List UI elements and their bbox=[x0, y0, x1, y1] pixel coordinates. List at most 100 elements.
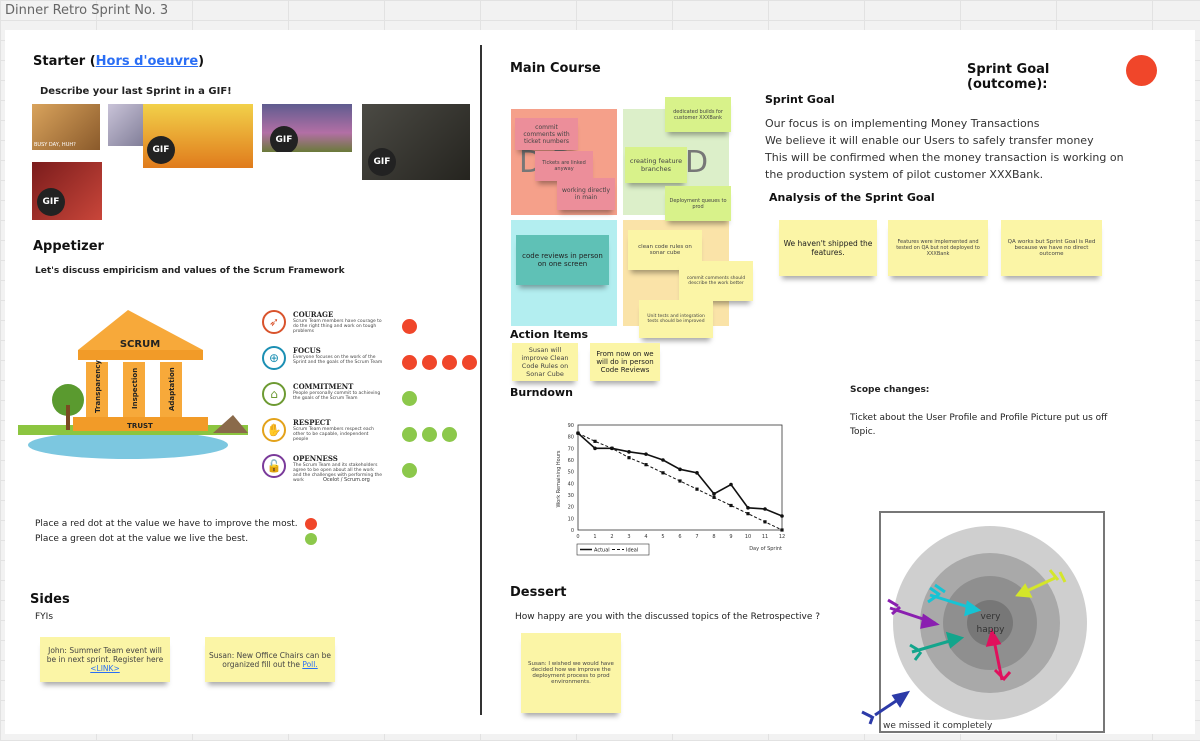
x-tick-label: 11 bbox=[762, 534, 768, 540]
hors-doeuvre-link[interactable]: Hors d'oeuvre bbox=[96, 54, 198, 69]
sticky-note[interactable]: Susan: I wished we would have decided ho… bbox=[521, 633, 621, 713]
ideal-point bbox=[712, 495, 716, 499]
handshake-icon: ✋ bbox=[262, 418, 286, 442]
x-tick-label: 5 bbox=[661, 534, 664, 540]
ideal-point bbox=[593, 439, 597, 443]
ideal-point bbox=[763, 520, 767, 524]
ideal-point bbox=[678, 479, 682, 483]
sticky-note[interactable]: dedicated builds for customer XXXBank bbox=[665, 97, 731, 132]
burndown-heading: Burndown bbox=[510, 386, 573, 399]
arrow-icon bbox=[861, 690, 911, 725]
appetizer-heading: Appetizer bbox=[33, 239, 104, 254]
legend-ideal-label: Ideal bbox=[626, 548, 638, 554]
value-name: RESPECT bbox=[293, 418, 331, 427]
actual-point bbox=[644, 452, 648, 456]
actual-point bbox=[712, 492, 716, 496]
value-description: Scrum Team members have courage to do th… bbox=[293, 319, 382, 334]
analysis-heading: Analysis of the Sprint Goal bbox=[769, 191, 935, 204]
y-tick-label: 60 bbox=[568, 458, 574, 464]
green-vote-dot[interactable] bbox=[402, 463, 417, 478]
x-tick-label: 2 bbox=[610, 534, 613, 540]
gif-thumbnail[interactable]: BUSY DAY, HUH? bbox=[32, 104, 100, 150]
burndown-chart: 01020304050607080900 1 2 3 4 5 6 7 8 9 10 11 12Work … bbox=[556, 423, 785, 556]
value-description: Everyone focuses on the work of the Spri… bbox=[293, 355, 383, 365]
action-item-note[interactable]: From now on we will do in person Code Re… bbox=[590, 343, 660, 381]
sticky-note[interactable]: commit comments should describe the work… bbox=[679, 261, 753, 301]
actual-point bbox=[695, 471, 699, 475]
green-dot-legend[interactable] bbox=[305, 533, 317, 545]
gif-thumbnail[interactable]: GIF bbox=[262, 104, 352, 152]
green-vote-dot[interactable] bbox=[422, 427, 437, 442]
green-vote-dot[interactable] bbox=[402, 391, 417, 406]
value-name: COMMITMENT bbox=[293, 382, 354, 391]
action-item-note[interactable]: Susan will improve Clean Code Rules on S… bbox=[512, 343, 578, 381]
x-tick-label: 8 bbox=[712, 534, 715, 540]
actual-point bbox=[593, 446, 597, 451]
starter-heading: Starter (Hors d'oeuvre) bbox=[33, 54, 205, 69]
red-vote-dot[interactable] bbox=[402, 319, 417, 334]
red-vote-dot[interactable] bbox=[402, 355, 417, 370]
section-divider bbox=[480, 45, 482, 715]
temple-base: TRUST bbox=[127, 422, 153, 430]
bank-icon: ⌂ bbox=[262, 382, 286, 406]
x-tick-label: 1 bbox=[593, 534, 596, 540]
x-tick-label: 3 bbox=[627, 534, 630, 540]
pillar-label: Transparency bbox=[94, 360, 102, 413]
gif-thumbnail[interactable]: GIF bbox=[362, 104, 470, 180]
actual-point bbox=[627, 450, 631, 454]
value-name: FOCUS bbox=[293, 346, 321, 355]
x-tick-label: 0 bbox=[576, 534, 579, 540]
ideal-point bbox=[746, 512, 750, 516]
actual-point bbox=[746, 506, 750, 510]
appetizer-prompt: Let's discuss empiricism and values of t… bbox=[35, 266, 345, 276]
sticky-note[interactable]: Features were implemented and tested on … bbox=[888, 220, 988, 276]
red-vote-dot[interactable] bbox=[442, 355, 457, 370]
y-tick-label: 40 bbox=[568, 481, 574, 487]
sticky-note[interactable]: working directly in main bbox=[557, 178, 615, 210]
y-tick-label: 90 bbox=[568, 423, 574, 429]
sprint-goal-text: Our focus is on implementing Money Trans… bbox=[765, 117, 1124, 181]
sticky-note[interactable]: QA works but Sprint Goal is Red because … bbox=[1001, 220, 1102, 276]
sticky-note[interactable]: Unit tests and integration tests should … bbox=[639, 300, 713, 338]
sticky-note[interactable]: John: Summer Team event will be in next … bbox=[40, 637, 170, 682]
green-vote-dot[interactable] bbox=[442, 427, 457, 442]
red-dot-legend[interactable] bbox=[305, 518, 317, 530]
ideal-point bbox=[610, 446, 614, 450]
sticky-note[interactable]: code reviews in person on one screen bbox=[516, 235, 609, 285]
temple-title: SCRUM bbox=[120, 339, 160, 350]
sprint-goal-outcome-label: Sprint Goal (outcome): bbox=[967, 62, 1050, 92]
series-line-actual bbox=[577, 432, 783, 517]
y-tick-label: 20 bbox=[568, 505, 574, 511]
ideal-point bbox=[695, 487, 699, 491]
sprint-goal-heading: Sprint Goal bbox=[765, 93, 835, 106]
sticky-note[interactable]: creating feature branches bbox=[625, 147, 687, 183]
y-tick-label: 80 bbox=[568, 435, 574, 441]
sticky-note[interactable]: Deployment queues to prod bbox=[665, 186, 731, 221]
x-tick-label: 7 bbox=[695, 534, 698, 540]
board-title: Dinner Retro Sprint No. 3 bbox=[5, 3, 169, 18]
target-icon: ⊕ bbox=[262, 346, 286, 370]
sticky-note[interactable]: We haven't shipped the features. bbox=[779, 220, 877, 276]
unlock-icon: 🔓 bbox=[262, 454, 286, 478]
plot-area bbox=[577, 424, 783, 531]
ideal-point bbox=[780, 528, 784, 532]
green-vote-dot[interactable] bbox=[402, 427, 417, 442]
missed-label: we missed it completely bbox=[883, 721, 993, 731]
y-tick-label: 50 bbox=[568, 470, 574, 476]
sprint-goal-status-dot[interactable] bbox=[1126, 55, 1157, 86]
sticky-note[interactable]: commit comments with ticket numbers bbox=[515, 118, 578, 150]
x-tick-label: 6 bbox=[678, 534, 681, 540]
pillar-label: Inspection bbox=[131, 368, 139, 409]
scope-changes-heading: Scope changes: bbox=[850, 385, 930, 395]
register-link[interactable]: <LINK> bbox=[90, 664, 120, 673]
image-credit: Ocelot / Scrum.org bbox=[323, 477, 370, 483]
gif-thumbnail[interactable]: GIF bbox=[143, 104, 253, 168]
x-tick-label: 10 bbox=[745, 534, 751, 540]
sticky-note[interactable]: Susan: New Office Chairs can be organize… bbox=[205, 637, 335, 682]
red-vote-dot[interactable] bbox=[462, 355, 477, 370]
red-vote-dot[interactable] bbox=[422, 355, 437, 370]
rocket-icon: ➶ bbox=[262, 310, 286, 334]
poll-link[interactable]: Poll. bbox=[302, 660, 317, 669]
gif-thumbnail[interactable]: GIF bbox=[32, 162, 102, 220]
sticky-note[interactable]: Tickets are linked anyway bbox=[535, 151, 593, 181]
